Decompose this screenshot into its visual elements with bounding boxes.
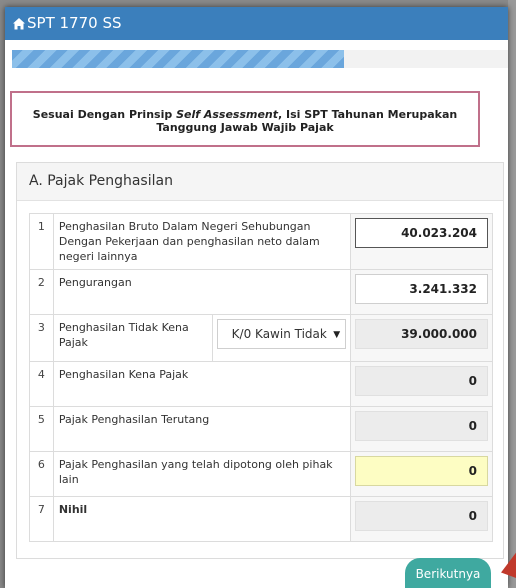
- spt-form-panel: SPT 1770 SS Sesuai Dengan Prinsip Self A…: [5, 7, 516, 588]
- section-title: A. Pajak Penghasilan: [29, 173, 173, 189]
- section-header: A. Pajak Penghasilan: [17, 163, 503, 201]
- taxable-income-value: 0: [355, 366, 488, 396]
- table-row: 7 Nihil 0: [29, 496, 493, 542]
- form-title: SPT 1770 SS: [27, 14, 122, 32]
- row-number: 6: [29, 451, 54, 497]
- progress-bar-fill: [12, 50, 345, 68]
- table-row: 6 Pajak Penghasilan yang telah dipotong …: [29, 451, 493, 497]
- row-label: Nihil: [52, 496, 352, 542]
- row-number: 5: [29, 406, 54, 452]
- pajak-penghasilan-section: A. Pajak Penghasilan 1 Penghasilan Bruto…: [16, 162, 504, 559]
- bruto-income-input[interactable]: 40.023.204: [355, 218, 488, 248]
- next-button[interactable]: Berikutnya: [405, 558, 491, 588]
- notice-prefix: Sesuai Dengan Prinsip: [32, 108, 177, 121]
- row-number: 3: [29, 314, 54, 362]
- nihil-value: 0: [355, 501, 488, 531]
- ptkp-status-select[interactable]: K/0 Kawin Tidak ▼: [216, 319, 347, 349]
- table-row: 3 Penghasilan Tidak Kena Pajak K/0 Kawin…: [29, 314, 493, 362]
- row-label: Penghasilan Kena Pajak: [52, 361, 352, 407]
- row-number: 1: [29, 213, 54, 270]
- income-table: 1 Penghasilan Bruto Dalam Negeri Sehubun…: [29, 213, 493, 542]
- tax-due-value: 0: [355, 411, 488, 441]
- notice-emphasis: Self Assessment: [176, 108, 279, 121]
- withheld-tax-input[interactable]: 0: [355, 456, 488, 486]
- row-number: 4: [29, 361, 54, 407]
- row-label: Pengurangan: [52, 269, 352, 315]
- row-label: Pajak Penghasilan yang telah dipotong ol…: [52, 451, 352, 497]
- row-number: 2: [29, 269, 54, 315]
- deduction-input[interactable]: 3.241.332: [355, 274, 488, 304]
- table-row: 5 Pajak Penghasilan Terutang 0: [29, 406, 493, 452]
- table-row: 1 Penghasilan Bruto Dalam Negeri Sehubun…: [29, 213, 493, 270]
- table-row: 4 Penghasilan Kena Pajak 0: [29, 361, 493, 407]
- table-row: 2 Pengurangan 3.241.332: [29, 269, 493, 315]
- row-label: Penghasilan Tidak Kena Pajak: [52, 314, 213, 362]
- window-scrollbar[interactable]: [508, 0, 516, 588]
- dropdown-caret-icon: ▼: [333, 330, 341, 340]
- self-assessment-notice: Sesuai Dengan Prinsip Self Assessment, I…: [10, 91, 480, 147]
- home-icon: [13, 18, 25, 30]
- row-number: 7: [29, 496, 54, 542]
- row-label: Pajak Penghasilan Terutang: [52, 406, 352, 452]
- form-header: SPT 1770 SS: [5, 7, 508, 40]
- progress-bar: [12, 50, 508, 68]
- row-label: Penghasilan Bruto Dalam Negeri Sehubunga…: [52, 213, 352, 270]
- ptkp-status-value: K/0 Kawin Tidak: [231, 327, 327, 341]
- ptkp-value: 39.000.000: [355, 319, 488, 349]
